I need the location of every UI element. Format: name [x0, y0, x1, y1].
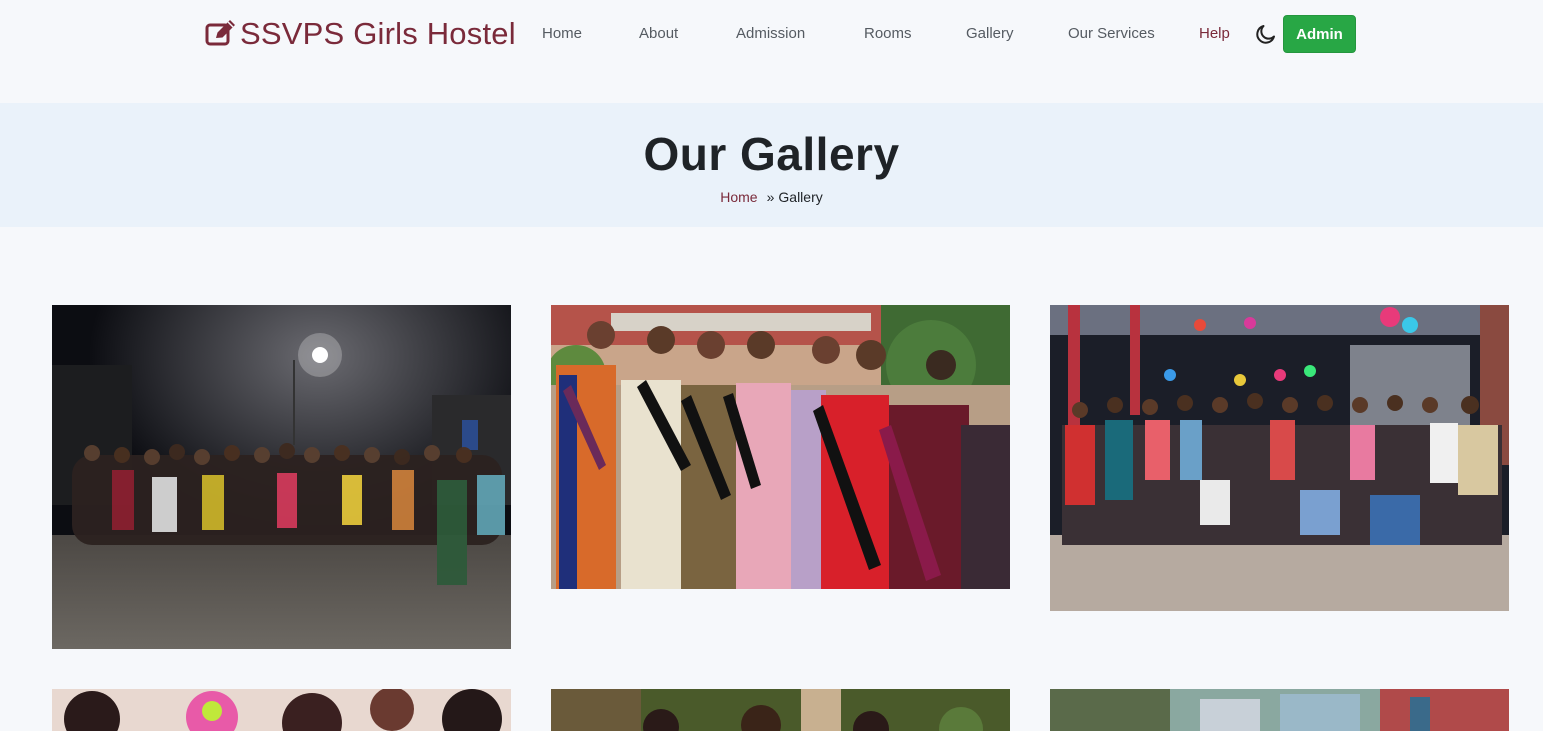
brand-logo-link[interactable]: SSVPS Girls Hostel [204, 16, 516, 52]
page-header: Our Gallery Home » Gallery [0, 103, 1543, 227]
breadcrumb: Home » Gallery [0, 189, 1543, 205]
gallery-image-campus-street[interactable] [1050, 689, 1509, 731]
nav-gallery[interactable]: Gallery [966, 25, 1014, 42]
breadcrumb-home-link[interactable]: Home [720, 189, 757, 205]
gallery-image-holi-celebration[interactable] [52, 689, 511, 731]
nav-home[interactable]: Home [542, 25, 582, 42]
nav-our-services[interactable]: Our Services [1068, 25, 1155, 42]
gallery-image-terrace-party[interactable] [1050, 305, 1509, 611]
holi-celebration-photo [52, 689, 511, 731]
gallery-image-night-street-group[interactable] [52, 305, 511, 649]
brand-title: SSVPS Girls Hostel [240, 16, 516, 51]
page-title: Our Gallery [643, 128, 900, 180]
nav-about[interactable]: About [639, 25, 678, 42]
pageant-winners-sashes-photo [551, 305, 1010, 589]
night-street-group-photo [52, 305, 511, 649]
navbar: SSVPS Girls Hostel Home About Admission … [0, 0, 1543, 70]
breadcrumb-current: Gallery [778, 189, 823, 205]
campus-street-photo [1050, 689, 1509, 731]
gallery-image-pageant-winners[interactable] [551, 305, 1010, 589]
theme-toggle-button[interactable] [1254, 22, 1278, 46]
nav-admission[interactable]: Admission [736, 25, 805, 42]
edit-icon [205, 20, 235, 46]
decorated-terrace-party-photo [1050, 305, 1509, 611]
admin-button[interactable]: Admin [1283, 15, 1356, 53]
gallery-image-garden-group[interactable] [551, 689, 1010, 731]
breadcrumb-separator: » [766, 189, 775, 205]
nav-help[interactable]: Help [1199, 25, 1230, 42]
nav-rooms[interactable]: Rooms [864, 25, 912, 42]
garden-group-photo [551, 689, 1010, 731]
moon-icon [1256, 25, 1275, 44]
